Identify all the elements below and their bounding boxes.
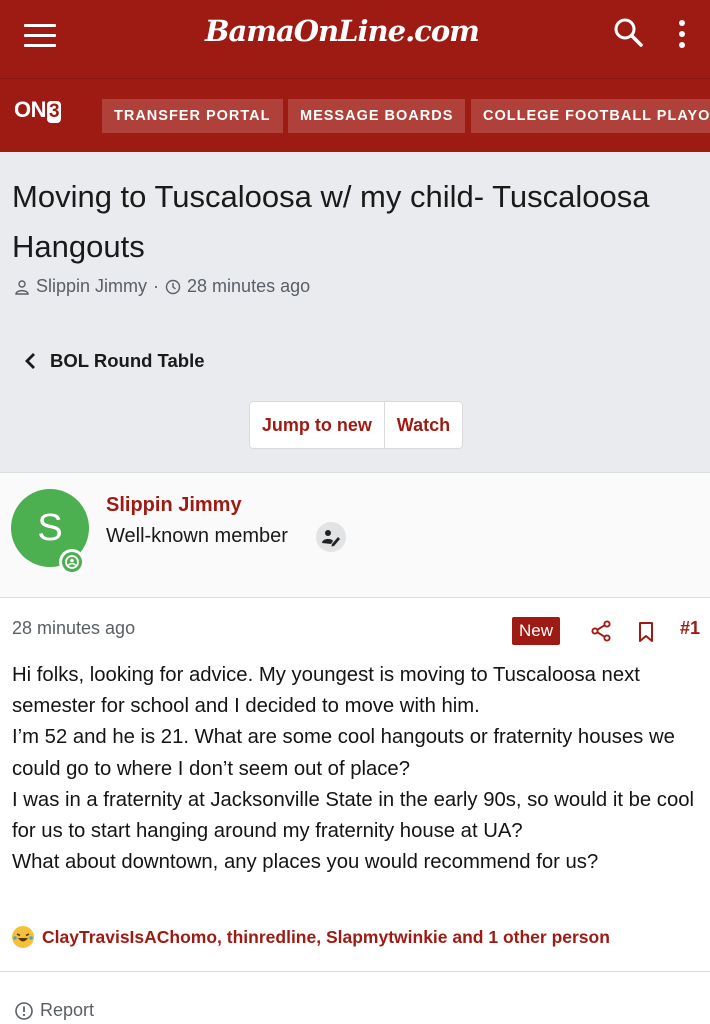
user-title: Well-known member	[106, 525, 288, 547]
breadcrumb[interactable]: BOL Round Table	[24, 350, 205, 372]
post-body: Hi folks, looking for advice. My younges…	[12, 660, 706, 878]
clock-icon	[165, 279, 181, 294]
jump-to-new-button[interactable]: Jump to new	[250, 402, 384, 448]
reactions-bar[interactable]: ClayTravisIsAChomo, thinredline, Slapmyt…	[12, 926, 610, 948]
meta-separator: ·	[153, 276, 160, 296]
more-vertical-icon[interactable]	[670, 16, 694, 52]
bookmark-icon[interactable]	[637, 621, 655, 643]
nav-message-boards[interactable]: MESSAGE BOARDS	[288, 99, 466, 133]
user-icon	[15, 279, 29, 295]
thread-time[interactable]: 28 minutes ago	[187, 276, 310, 297]
alert-circle-icon	[15, 1001, 33, 1020]
divider	[0, 971, 710, 972]
watch-button[interactable]: Watch	[385, 402, 462, 448]
post-paragraph: What about downtown, any places you woul…	[12, 851, 599, 874]
breadcrumb-forum[interactable]: BOL Round Table	[50, 350, 205, 372]
nav-college-football-playoff[interactable]: COLLEGE FOOTBALL PLAYOFF	[471, 99, 710, 133]
thread-title: Moving to Tuscaloosa w/ my child- Tuscal…	[12, 179, 650, 264]
post-number[interactable]: #1	[680, 618, 700, 639]
post-paragraph: I was in a fraternity at Jacksonville St…	[12, 788, 695, 843]
report-label[interactable]: Report	[40, 1000, 94, 1021]
reactions-list[interactable]: ClayTravisIsAChomo, thinredline, Slapmyt…	[42, 927, 610, 948]
user-edit-icon	[316, 522, 346, 552]
report-link[interactable]: Report	[14, 1000, 94, 1021]
thread-actions: Jump to new Watch	[249, 401, 463, 449]
nav-transfer-portal[interactable]: TRANSFER PORTAL	[102, 99, 283, 133]
new-badge: New	[512, 617, 561, 645]
nav-bar: ON 3 TRANSFER PORTAL MESSAGE BOARDS COLLE…	[0, 78, 710, 153]
post-username[interactable]: Slippin Jimmy	[106, 494, 242, 517]
menu-icon[interactable]	[24, 24, 56, 50]
thread-author[interactable]: Slippin Jimmy	[36, 276, 147, 297]
thread-meta: Slippin Jimmy · 28 minutes ago	[14, 276, 310, 297]
share-icon[interactable]	[590, 620, 612, 642]
top-bar: BamaOnLine.com	[0, 0, 710, 78]
post-paragraph: I’m 52 and he is 21. What are some cool …	[12, 726, 675, 780]
post-paragraph: Hi folks, looking for advice. My younges…	[12, 664, 640, 718]
search-icon[interactable]	[612, 16, 644, 48]
online-status-icon	[59, 549, 85, 575]
laughing-emoji-icon	[12, 926, 34, 948]
on3-logo[interactable]: ON 3	[14, 97, 62, 123]
post-time[interactable]: 28 minutes ago	[12, 618, 135, 639]
chevron-left-icon	[25, 353, 35, 369]
site-logo[interactable]: BamaOnLine.com	[205, 14, 480, 48]
